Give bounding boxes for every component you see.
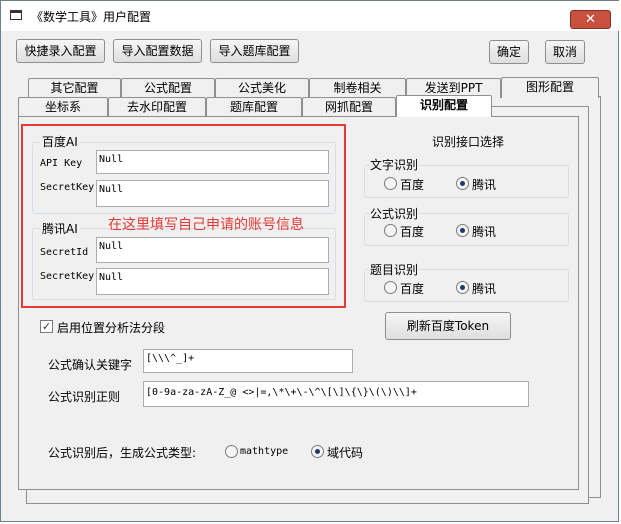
tab-formula-beautify[interactable]: 公式美化 xyxy=(215,78,309,98)
tencent-secret-key-input[interactable]: Null xyxy=(96,268,329,295)
field-code-radio[interactable] xyxy=(311,445,324,458)
regex-label: 公式识别正则 xyxy=(48,390,121,404)
tab-coordinate[interactable]: 坐标系 xyxy=(18,97,108,117)
tab-other-config[interactable]: 其它配置 xyxy=(28,78,121,98)
tencent-group-title: 腾讯AI xyxy=(40,220,80,237)
keyword-input[interactable]: [\\\^_]+ xyxy=(143,349,353,373)
text-baidu-label: 百度 xyxy=(400,178,425,192)
regex-input[interactable]: [0-9a-za-zA-Z_@ <>|=,\*\+\-\^\[\]\{\}\(\… xyxy=(143,381,529,407)
question-tencent-radio[interactable] xyxy=(456,281,469,294)
formula-baidu-radio[interactable] xyxy=(384,224,397,237)
question-tencent-label: 腾讯 xyxy=(472,282,497,296)
secret-id-label: SecretId xyxy=(40,247,89,258)
api-key-input[interactable]: Null xyxy=(96,150,329,174)
tencent-secret-key-label: SecretKey xyxy=(40,271,95,282)
formula-tencent-radio[interactable] xyxy=(456,224,469,237)
question-baidu-label: 百度 xyxy=(400,282,425,296)
baidu-group-title: 百度AI xyxy=(40,133,80,150)
tab-bank-config[interactable]: 题库配置 xyxy=(206,97,302,117)
tab-crawl-config[interactable]: 网抓配置 xyxy=(302,97,396,117)
text-baidu-radio[interactable] xyxy=(384,177,397,190)
mathtype-label: mathtype xyxy=(240,446,289,457)
baidu-secret-key-label: SecretKey xyxy=(40,182,95,193)
question-recog-title: 题目识别 xyxy=(369,261,420,278)
refresh-baidu-token-button[interactable]: 刷新百度Token xyxy=(385,312,511,340)
annotation-text: 在这里填写自己申请的账号信息 xyxy=(108,217,304,233)
tab-watermark[interactable]: 去水印配置 xyxy=(108,97,206,117)
ok-button[interactable]: 确定 xyxy=(489,40,529,64)
question-baidu-radio[interactable] xyxy=(384,281,397,294)
formula-baidu-label: 百度 xyxy=(400,225,425,239)
baidu-secret-key-input[interactable]: Null xyxy=(96,180,329,207)
tab-paper-related[interactable]: 制卷相关 xyxy=(309,78,406,98)
close-button[interactable]: ✕ xyxy=(570,10,611,29)
cancel-button[interactable]: 取消 xyxy=(545,40,585,64)
formula-recog-title: 公式识别 xyxy=(369,205,420,222)
recog-section-title: 识别接口选择 xyxy=(432,135,505,149)
mathtype-radio[interactable] xyxy=(225,445,238,458)
formula-tencent-label: 腾讯 xyxy=(472,225,497,239)
text-tencent-radio[interactable] xyxy=(456,177,469,190)
field-code-label: 域代码 xyxy=(327,446,364,460)
text-tencent-label: 腾讯 xyxy=(472,178,497,192)
tab-formula-config[interactable]: 公式配置 xyxy=(121,78,215,98)
quick-import-button[interactable]: 快捷录入配置 xyxy=(16,39,105,63)
import-config-button[interactable]: 导入配置数据 xyxy=(113,39,202,63)
api-key-label: API Key xyxy=(40,158,83,169)
secret-id-input[interactable]: Null xyxy=(96,237,329,263)
tab-graph-config[interactable]: 图形配置 xyxy=(501,77,599,98)
window-title: 《数学工具》用户配置 xyxy=(31,10,152,24)
title-bar: 《数学工具》用户配置 ✕ xyxy=(1,1,620,31)
keyword-label: 公式确认关键字 xyxy=(48,358,133,372)
formula-type-label: 公式识别后，生成公式类型: xyxy=(48,446,197,460)
tab-recognition-config[interactable]: 识别配置 xyxy=(396,95,492,117)
text-recog-title: 文字识别 xyxy=(369,156,420,173)
segment-checkbox-label: 启用位置分析法分段 xyxy=(57,321,166,335)
segment-checkbox[interactable]: ✓ xyxy=(40,320,53,333)
import-bank-button[interactable]: 导入题库配置 xyxy=(210,39,299,63)
window-icon xyxy=(10,10,22,20)
